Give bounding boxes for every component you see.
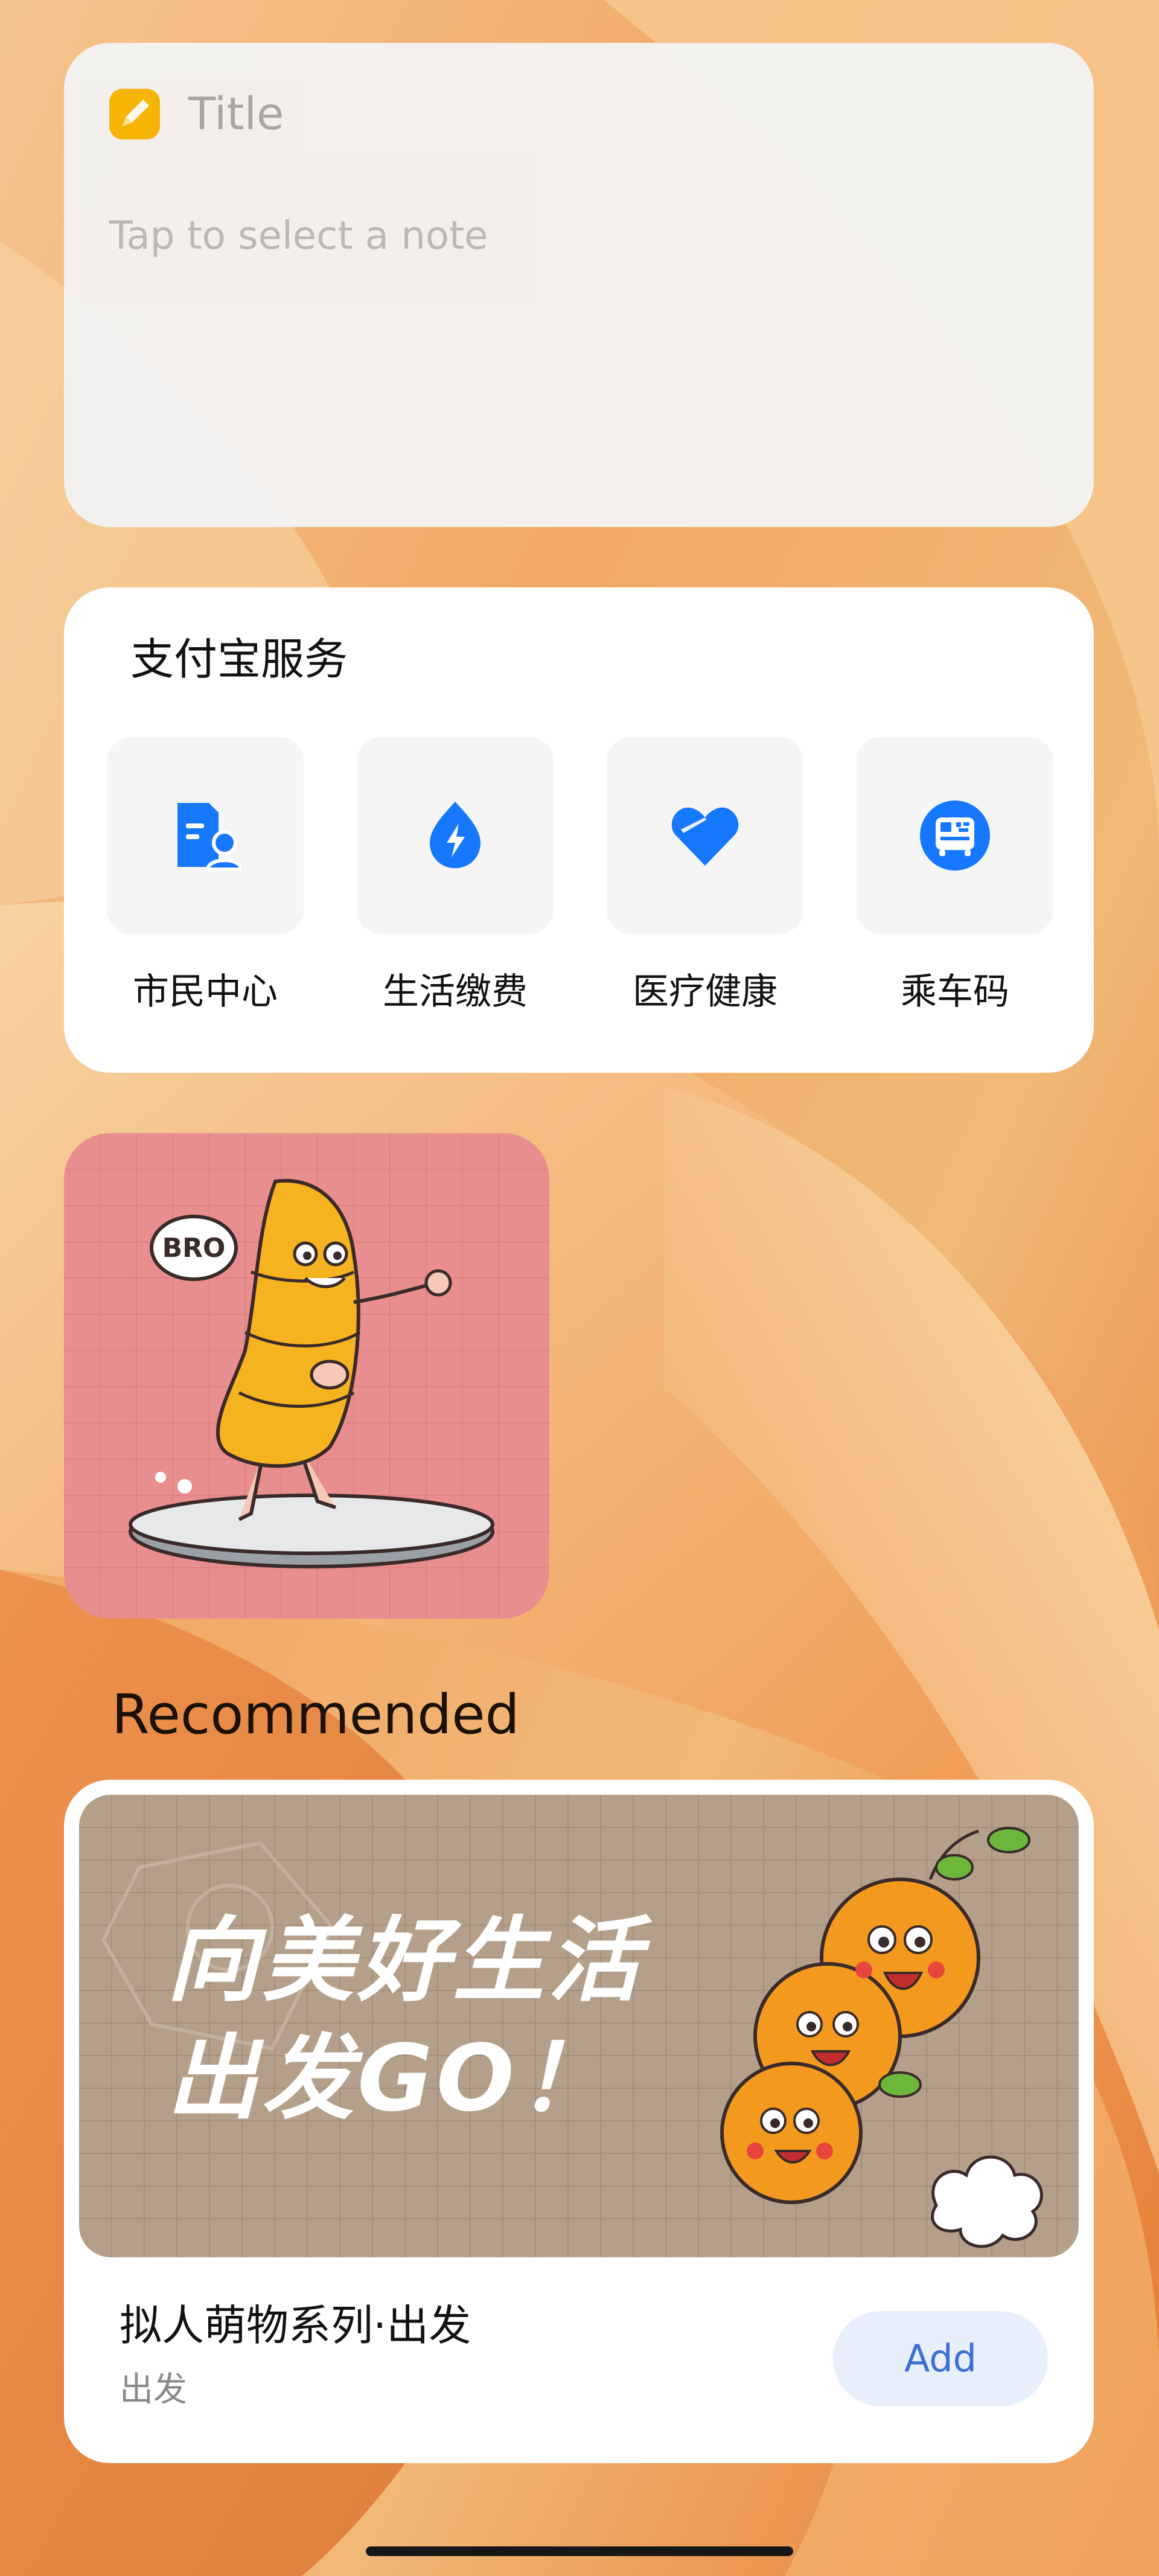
add-widget-button[interactable]: Add [833,2311,1048,2406]
bill-payment-icon [430,802,481,868]
bus-qr-code-icon [920,801,990,871]
recommended-section-title: Recommended [112,1683,520,1747]
service-label-citizen-center: 市民中心 [133,971,278,1013]
recommended-item-name: 拟人萌物系列·出发 [120,2301,471,2350]
alipay-services-widget: 支付宝服务 市民中心 生活缴费 医疗健康 乘车码 [64,587,1094,1073]
banner-headline-line1: 向美好生活 [167,1907,643,2014]
service-tile-citizen-center[interactable] [107,737,304,934]
service-label-bill-payment: 生活缴费 [383,971,528,1013]
recommended-item-subtitle: 出发 [120,2370,187,2409]
note-select-hint[interactable]: Tap to select a note [109,212,488,260]
medical-health-icon [671,807,739,866]
note-pencil-icon [109,89,160,139]
notes-widget[interactable]: Title Tap to select a note [64,43,1094,527]
home-indicator-bar[interactable] [366,2546,793,2556]
service-tile-medical-health[interactable] [607,737,803,934]
croissant-sticker-image: BRO [64,1133,549,1619]
service-tile-bill-payment[interactable] [357,737,554,934]
service-tile-bus-code[interactable] [857,737,1053,934]
citizen-center-icon [177,803,241,871]
sticker-speech-text: BRO [162,1233,226,1264]
recommended-widget-card[interactable]: 向美好生活 出发GO！ 拟人萌物系列·出发 出发 Add [64,1780,1094,2463]
note-title: Title [188,88,284,140]
service-label-medical-health: 医疗健康 [633,971,777,1013]
banner-headline-line2: 出发GO！ [167,2025,613,2132]
alipay-widget-title: 支付宝服务 [130,634,348,685]
recommended-banner[interactable]: 向美好生活 出发GO！ [79,1795,1079,2257]
service-label-bus-code: 乘车码 [901,971,1009,1013]
sticker-photo-widget[interactable]: BRO [64,1133,549,1619]
